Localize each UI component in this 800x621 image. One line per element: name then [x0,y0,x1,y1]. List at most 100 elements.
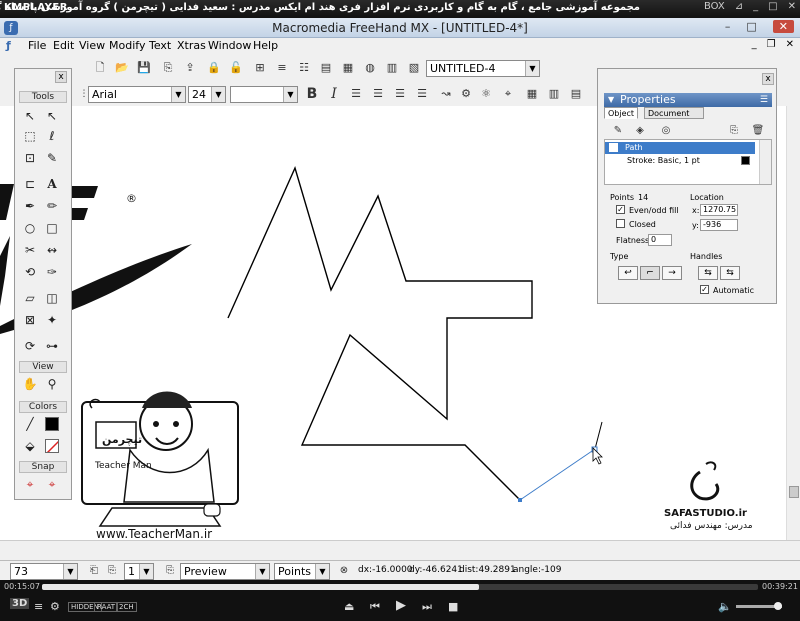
ellipse-tool-icon[interactable]: ○ [21,219,39,237]
automatic-checkbox[interactable]: ✓ [700,285,709,294]
align-left-icon[interactable]: ☰ [348,86,364,102]
menu-help[interactable]: Help [253,39,278,52]
menu-modify[interactable]: Modify [109,39,145,52]
unlock-icon[interactable]: 🔓 [228,60,244,76]
x-location-input[interactable]: 1270.75 [700,204,738,216]
rotate-tool-icon[interactable]: ⟳ [21,337,39,355]
document-select[interactable]: UNTITLED-4 ▼ [426,60,540,77]
subselect-tool-icon[interactable]: ↖ [43,107,61,125]
volume-icon[interactable]: 🔈 [718,600,732,613]
justify-icon[interactable]: ☰ [414,86,430,102]
pin-icon[interactable]: ⊿ [735,1,743,12]
freeform-tool-icon[interactable]: ↭ [43,241,61,259]
menu-edit[interactable]: Edit [53,39,74,52]
distort-tool-icon[interactable]: ⊠ [21,311,39,329]
trash-icon[interactable]: 🗑 [750,123,766,139]
previous-page-icon[interactable]: ⎗ [86,563,102,579]
panel-close-button[interactable]: x [55,71,67,83]
reshape-tool-icon[interactable]: ✦ [43,311,61,329]
properties-header[interactable]: ▼ Properties ☰ [604,93,772,107]
new-document-icon[interactable]: 🗋 [92,60,108,76]
next-page-icon[interactable]: ⎘ [162,563,178,579]
lasso-tool-icon[interactable]: ℓ [43,127,61,145]
swatches-icon[interactable]: ▦ [340,60,356,76]
font-size-select[interactable]: 24 ▼ [188,86,226,103]
menu-file[interactable]: File [28,39,46,52]
zoom-select[interactable]: 73 ▼ [10,563,78,580]
maximize-icon[interactable]: □ [768,1,777,12]
skew-tool-icon[interactable]: ▱ [21,289,39,307]
maximize-icon[interactable]: □ [746,20,756,33]
panel-options-icon[interactable]: ☰ [760,93,768,107]
raat-button[interactable]: RAAT [94,602,119,612]
list-item-path[interactable]: Path [605,142,755,154]
volume-knob[interactable] [774,602,782,610]
next-icon[interactable]: ⏭ [422,600,432,614]
duplicate-item-icon[interactable]: ⎘ [726,123,742,139]
zoom-tool-icon[interactable]: ⚲ [43,375,61,393]
object-list[interactable]: Path Stroke: Basic, 1 pt [604,139,772,185]
color-mixer-icon[interactable]: ◍ [362,60,378,76]
corner-point-button[interactable]: ⌐ [640,266,660,280]
flow-text-icon[interactable]: ▤ [568,86,584,102]
hand-tool-icon[interactable]: ✋ [21,375,39,393]
snap-to-guide-icon[interactable]: ⌖ [43,475,61,493]
fill-color-swatch[interactable] [45,439,59,453]
evenodd-checkbox[interactable]: ✓ [616,205,625,214]
minimize-icon[interactable]: – [725,20,731,33]
retract-handle-out-button[interactable]: ⇆ [720,266,740,280]
library-icon[interactable]: ▤ [318,60,334,76]
player-box-button[interactable]: BOX [704,1,725,12]
cancel-icon[interactable]: ⊗ [336,563,352,579]
retract-handle-in-button[interactable]: ⇆ [698,266,718,280]
fill-color-icon[interactable]: ⬙ [21,437,39,455]
add-fill-icon[interactable]: ◈ [632,123,648,139]
zigzag-path[interactable] [227,165,533,501]
tab-object[interactable]: Object [604,107,639,119]
stroke-color-icon[interactable]: ╱ [21,415,39,433]
seek-bar[interactable] [42,584,758,590]
stroke-color-swatch[interactable] [45,417,59,431]
attach-to-path-icon[interactable]: ⚙ [458,86,474,102]
scale-tool-icon[interactable]: ◫ [43,289,61,307]
menu-window[interactable]: Window [208,39,251,52]
vertical-scrollbar[interactable] [786,106,800,540]
collapse-triangle-icon[interactable]: ▼ [608,93,614,107]
save-icon[interactable]: 💾 [136,60,152,76]
trace-tool-icon[interactable]: ⊡ [21,149,39,167]
close-icon[interactable]: ✕ [786,39,794,50]
font-family-select[interactable]: Arial ▼ [88,86,186,103]
align-right-icon[interactable]: ☰ [392,86,408,102]
volume-slider[interactable] [736,602,782,610]
font-style-select[interactable]: ▼ [230,86,298,103]
pen-tool-icon[interactable]: ✒ [21,197,39,215]
tab-document[interactable]: Document [644,107,704,119]
tints-icon[interactable]: ▥ [384,60,400,76]
halftone-icon[interactable]: ▧ [406,60,422,76]
scrollbar-thumb[interactable] [789,486,799,498]
open-icon[interactable]: 📂 [114,60,130,76]
y-location-input[interactable]: -936 [700,219,738,231]
text-tool-icon[interactable]: A [43,175,61,193]
text-editor-icon[interactable]: ⌖ [500,86,516,102]
export-icon[interactable]: ⇪ [182,60,198,76]
knife-tool-icon[interactable]: ✂ [21,241,39,259]
eject-icon[interactable]: ⏏ [344,600,354,613]
graphic-hose-icon[interactable]: ✑ [43,263,61,281]
add-stroke-icon[interactable]: ✎ [610,123,626,139]
align-icon[interactable]: ⊞ [252,60,268,76]
list-scrollbar[interactable] [759,140,771,184]
convert-to-paths-icon[interactable]: ⚛ [478,86,494,102]
columns-icon[interactable]: ▥ [546,86,562,102]
table-icon[interactable]: ▦ [524,86,540,102]
3d-button[interactable]: 3D [10,598,30,609]
close-icon[interactable]: ✕ [772,20,794,33]
connector-tool-icon[interactable]: ⊶ [43,337,61,355]
close-icon[interactable]: ✕ [788,1,796,12]
align-center-icon[interactable]: ☰ [370,86,386,102]
pencil-tool-icon[interactable]: ✏ [43,197,61,215]
import-icon[interactable]: ⎘ [160,60,176,76]
eyedropper-tool-icon[interactable]: ✎ [43,149,61,167]
minimize-icon[interactable]: _ [753,1,758,12]
minimize-icon[interactable]: _ [752,39,757,50]
